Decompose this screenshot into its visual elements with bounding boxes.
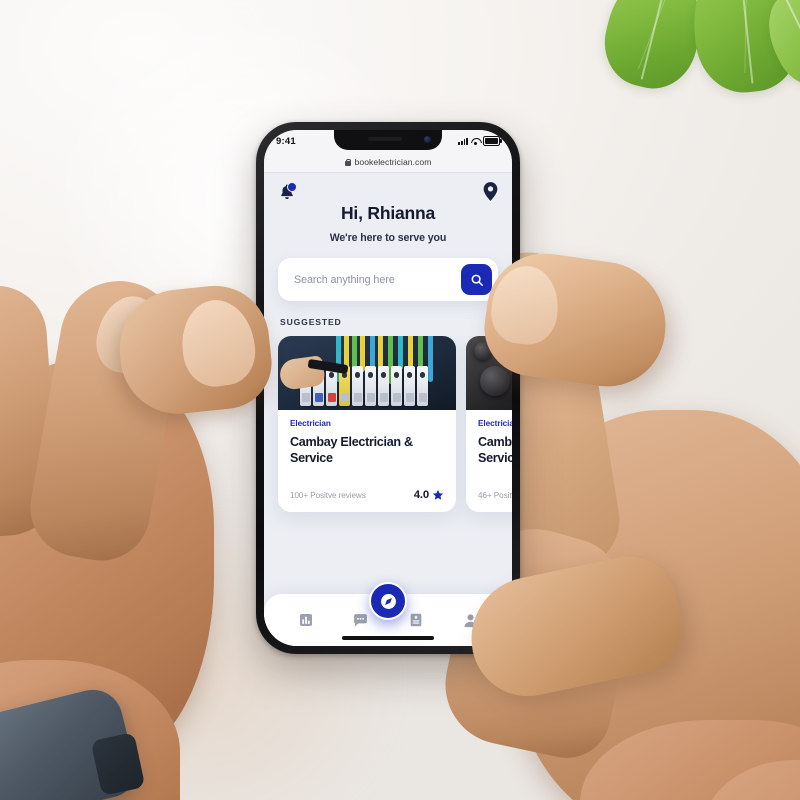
card-title: Cambay Electrician & Service — [290, 435, 413, 465]
front-camera — [424, 136, 431, 143]
star-icon — [432, 489, 444, 500]
nav-item-add-request[interactable] — [403, 607, 429, 633]
card-category: Electrician — [478, 419, 512, 428]
phone-notch — [334, 130, 442, 150]
search-input[interactable] — [292, 272, 455, 287]
earpiece-speaker — [368, 137, 402, 141]
phone-screen: 9:41 bookelectrician.com Hi, Rhianna We'… — [264, 130, 512, 646]
suggested-cards-carousel[interactable]: Electrician Cambay Electrician & Service… — [264, 336, 512, 594]
card-reviews: 46+ Positve reviews — [478, 490, 512, 500]
card-image-switchboard — [466, 336, 512, 410]
suggested-section-label: SUGGESTED — [280, 317, 342, 327]
home-indicator-bar — [342, 636, 434, 640]
scene: 9:41 bookelectrician.com Hi, Rhianna We'… — [0, 0, 800, 800]
card-reviews: 100+ Positve reviews — [290, 490, 366, 500]
wifi-icon — [471, 137, 480, 145]
nav-item-stats[interactable] — [293, 607, 319, 633]
app-content: Hi, Rhianna We're here to serve you SUGG… — [264, 173, 512, 646]
search-button[interactable] — [461, 264, 492, 295]
status-time: 9:41 — [276, 135, 296, 147]
card-rating-value: 4.0 — [413, 489, 429, 501]
bar-chart-icon — [299, 614, 312, 626]
browser-url-bar[interactable]: bookelectrician.com — [264, 152, 512, 173]
service-card[interactable]: Electrician Cambay Electrician & Service… — [278, 336, 456, 512]
notification-dot — [287, 182, 297, 192]
card-image-electrical-panel — [278, 336, 456, 410]
card-body: Electrician Cambay Electrician & Service… — [278, 410, 456, 512]
card-rating: 4.0 — [414, 489, 444, 501]
search-bar[interactable] — [278, 258, 498, 301]
smartphone: 9:41 bookelectrician.com Hi, Rhianna We'… — [256, 122, 520, 654]
add-document-icon — [410, 613, 421, 627]
signal-bars-icon — [458, 137, 468, 145]
page-title: Hi, Rhianna — [340, 203, 436, 223]
app-header — [264, 173, 512, 202]
lock-icon — [344, 158, 352, 166]
page-subtitle: We're here to serve you — [329, 232, 447, 244]
url-text: bookelectrician.com — [354, 157, 432, 167]
status-icons — [458, 136, 502, 146]
nav-item-explore[interactable] — [369, 582, 407, 620]
nav-item-messages[interactable] — [348, 607, 374, 633]
compass-icon — [380, 593, 396, 609]
service-card[interactable]: Electrician Cambay Electrician & Service… — [466, 336, 512, 512]
person-icon — [464, 613, 477, 627]
bottom-navigation — [264, 582, 512, 646]
card-footer: 100+ Positve reviews 4.0 — [290, 489, 444, 512]
chat-bubble-icon — [354, 613, 367, 626]
notification-bell-icon[interactable] — [278, 182, 297, 202]
location-pin-icon[interactable] — [483, 182, 498, 201]
card-category: Electrician — [290, 419, 331, 428]
battery-icon — [483, 136, 502, 146]
search-icon — [471, 274, 483, 286]
nav-item-profile[interactable] — [458, 607, 484, 633]
card-title: Cambay Electrician & Service — [478, 435, 512, 465]
card-footer: 46+ Positve reviews 4.0 — [478, 489, 512, 512]
card-body: Electrician Cambay Electrician & Service… — [466, 410, 512, 512]
